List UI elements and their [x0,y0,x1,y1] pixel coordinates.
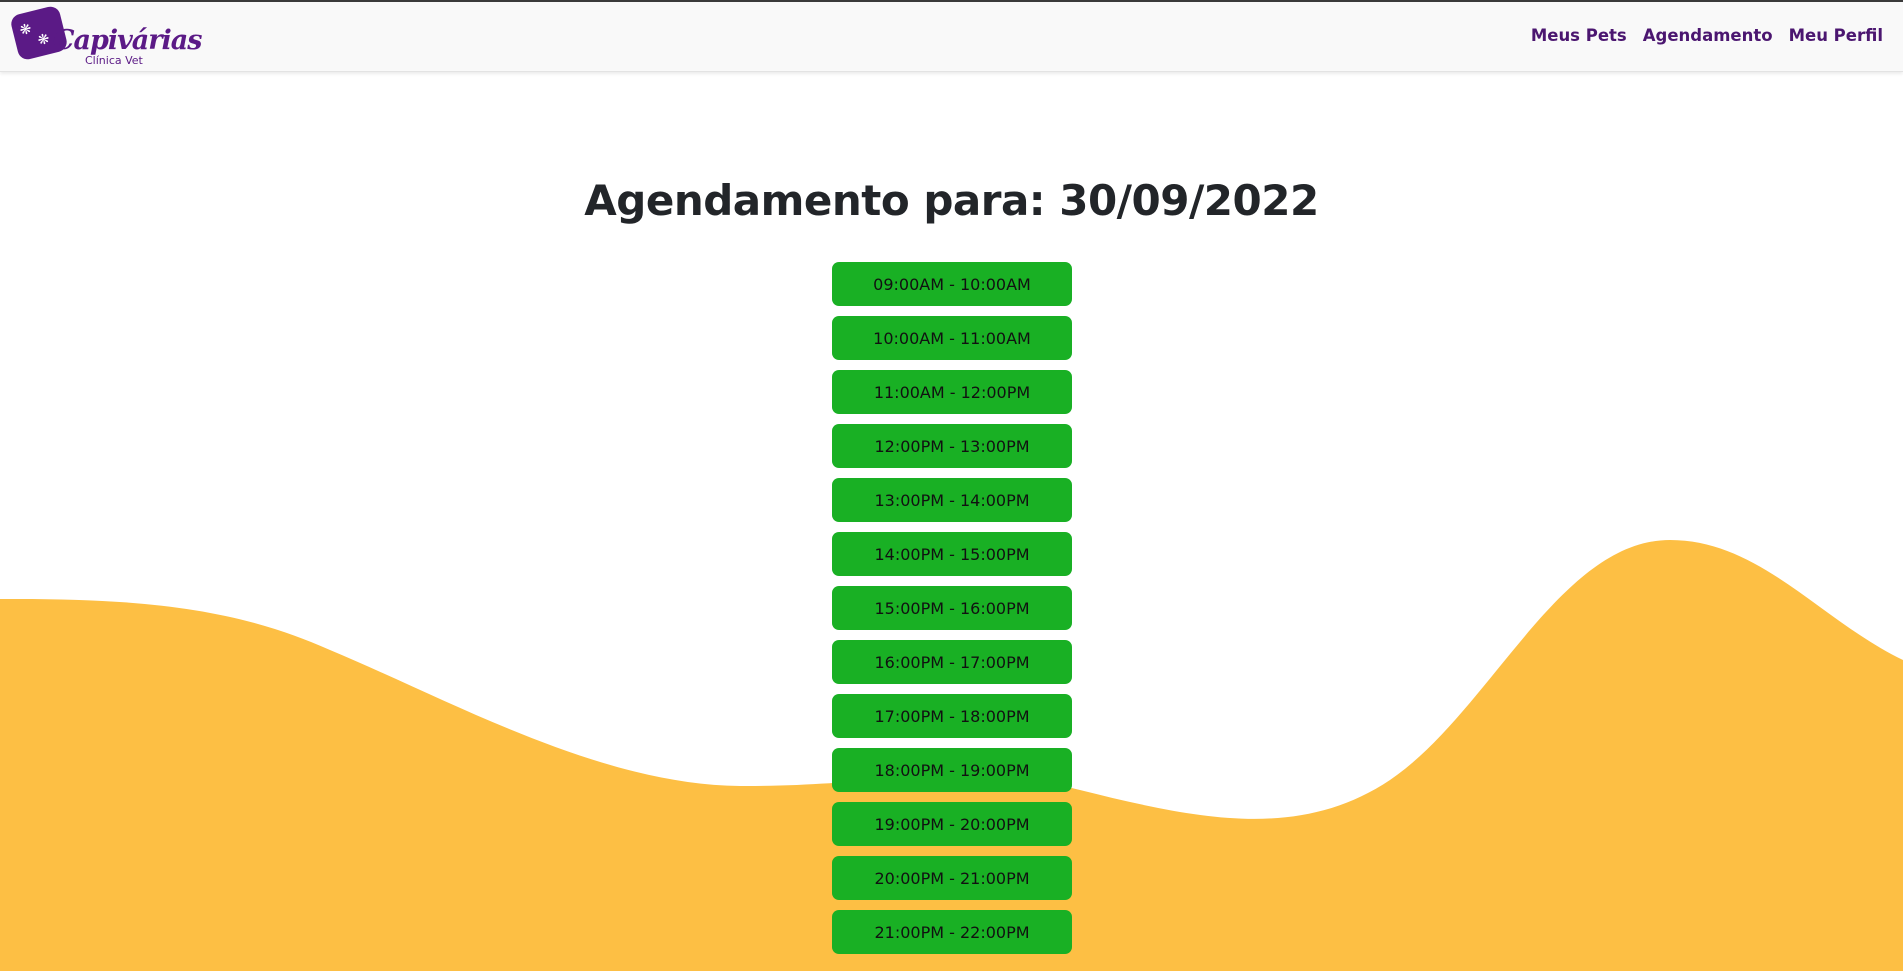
time-slot-button[interactable]: 16:00PM - 17:00PM [832,640,1072,684]
time-slot-list: 09:00AM - 10:00AM 10:00AM - 11:00AM 11:0… [832,262,1072,954]
time-slot-button[interactable]: 17:00PM - 18:00PM [832,694,1072,738]
main-nav: Meus Pets Agendamento Meu Perfil [1531,26,1883,45]
time-slot-button[interactable]: 12:00PM - 13:00PM [832,424,1072,468]
time-slot-button[interactable]: 18:00PM - 19:00PM [832,748,1072,792]
nav-link-meu-perfil[interactable]: Meu Perfil [1789,26,1883,45]
brand-subtitle: Clínica Vet [85,54,143,67]
time-slot-button[interactable]: 14:00PM - 15:00PM [832,532,1072,576]
time-slot-button[interactable]: 11:00AM - 12:00PM [832,370,1072,414]
time-slot-button[interactable]: 09:00AM - 10:00AM [832,262,1072,306]
time-slot-button[interactable]: 13:00PM - 14:00PM [832,478,1072,522]
time-slot-button[interactable]: 10:00AM - 11:00AM [832,316,1072,360]
top-navbar: ❋ ❋ Capivárias Clínica Vet Meus Pets Agen… [0,2,1903,72]
brand-logo[interactable]: ❋ ❋ Capivárias Clínica Vet [9,4,202,69]
time-slot-button[interactable]: 15:00PM - 16:00PM [832,586,1072,630]
time-slot-button[interactable]: 20:00PM - 21:00PM [832,856,1072,900]
brand-name: Capivárias [53,25,202,56]
nav-link-meus-pets[interactable]: Meus Pets [1531,26,1627,45]
page-title: Agendamento para: 30/09/2022 [584,176,1319,225]
nav-link-agendamento[interactable]: Agendamento [1643,26,1773,45]
time-slot-button[interactable]: 19:00PM - 20:00PM [832,802,1072,846]
time-slot-button[interactable]: 21:00PM - 22:00PM [832,910,1072,954]
